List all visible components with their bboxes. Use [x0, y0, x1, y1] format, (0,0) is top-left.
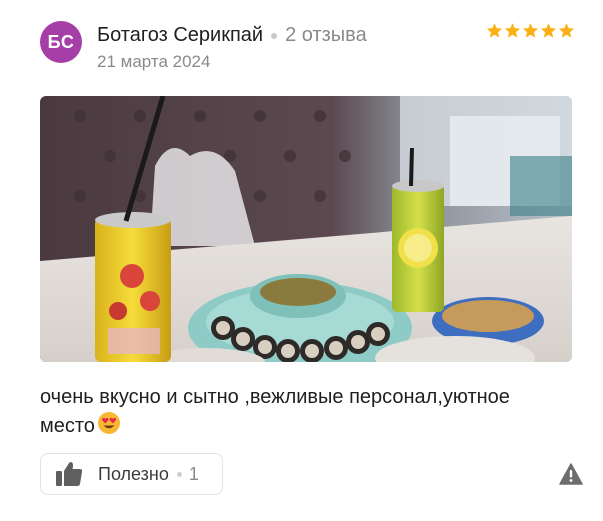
avatar-initials: БС [47, 31, 75, 52]
review-date: 21 марта 2024 [97, 52, 211, 71]
helpful-label: Полезно [98, 463, 169, 484]
author-name[interactable]: Ботагоз Серикпай [97, 24, 263, 47]
helpful-count: 1 [188, 463, 199, 484]
review-text: очень вкусно и сытно ,вежливые персонал,… [40, 384, 560, 443]
review-photo[interactable] [40, 96, 572, 362]
review-photo-image [40, 96, 572, 362]
smiling-face-with-heart-eyes-icon [97, 411, 121, 443]
star-icon [558, 23, 575, 38]
star-icon [486, 23, 503, 38]
warning-icon[interactable] [559, 463, 583, 485]
rating-stars [486, 22, 575, 39]
avatar[interactable]: БС [40, 21, 82, 63]
separator-dot [271, 32, 278, 39]
helpful-button[interactable]: Полезно 1 [40, 453, 223, 495]
author-line: Ботагоз Серикпай 2 отзыва [97, 24, 367, 47]
helpful-separator-dot [176, 471, 182, 477]
star-icon [522, 23, 539, 38]
reviews-count: 2 отзыва [285, 24, 367, 46]
star-icon [504, 23, 521, 38]
star-icon [540, 23, 557, 38]
thumbs-up-icon [56, 462, 83, 486]
